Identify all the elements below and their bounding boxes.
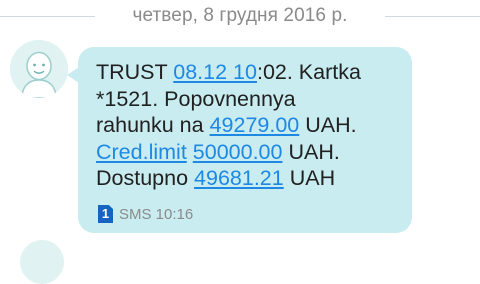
datetime-link[interactable]: 08.12 10 — [173, 60, 257, 84]
date-label: четвер, 8 грудня 2016 р. — [132, 5, 348, 26]
cred-limit-link[interactable]: Cred.limit — [96, 140, 187, 164]
date-divider-right — [385, 16, 480, 17]
contact-avatar-icon[interactable] — [10, 40, 68, 98]
message-meta: 1 SMS 10:16 — [98, 204, 193, 224]
sim-card-icon: 1 — [98, 205, 113, 223]
currency-label: UAH. — [305, 113, 357, 137]
limit-amount-link[interactable]: 50000.00 — [193, 140, 283, 164]
sender-name: TRUST — [96, 60, 168, 84]
topup-amount-link[interactable]: 49279.00 — [210, 113, 300, 137]
available-amount-link[interactable]: 49681.21 — [194, 166, 284, 190]
date-separator: четвер, 8 грудня 2016 р. — [0, 0, 480, 34]
message-bubble[interactable]: TRUST 08.12 10:02. Kartka *1521. Popovne… — [67, 47, 412, 233]
sms-timestamp: SMS 10:16 — [119, 205, 194, 223]
currency-label: UAH — [289, 166, 336, 190]
message-body: TRUST 08.12 10:02. Kartka *1521. Popovne… — [96, 59, 406, 192]
account-text: rahunku na — [96, 113, 204, 137]
date-divider-left — [0, 16, 95, 17]
card-text: :02. Kartka — [256, 60, 361, 84]
currency-label: UAH. — [288, 139, 340, 164]
card-topup-text: *1521. Popovnennya — [96, 86, 296, 111]
available-label: Dostupno — [96, 166, 189, 190]
